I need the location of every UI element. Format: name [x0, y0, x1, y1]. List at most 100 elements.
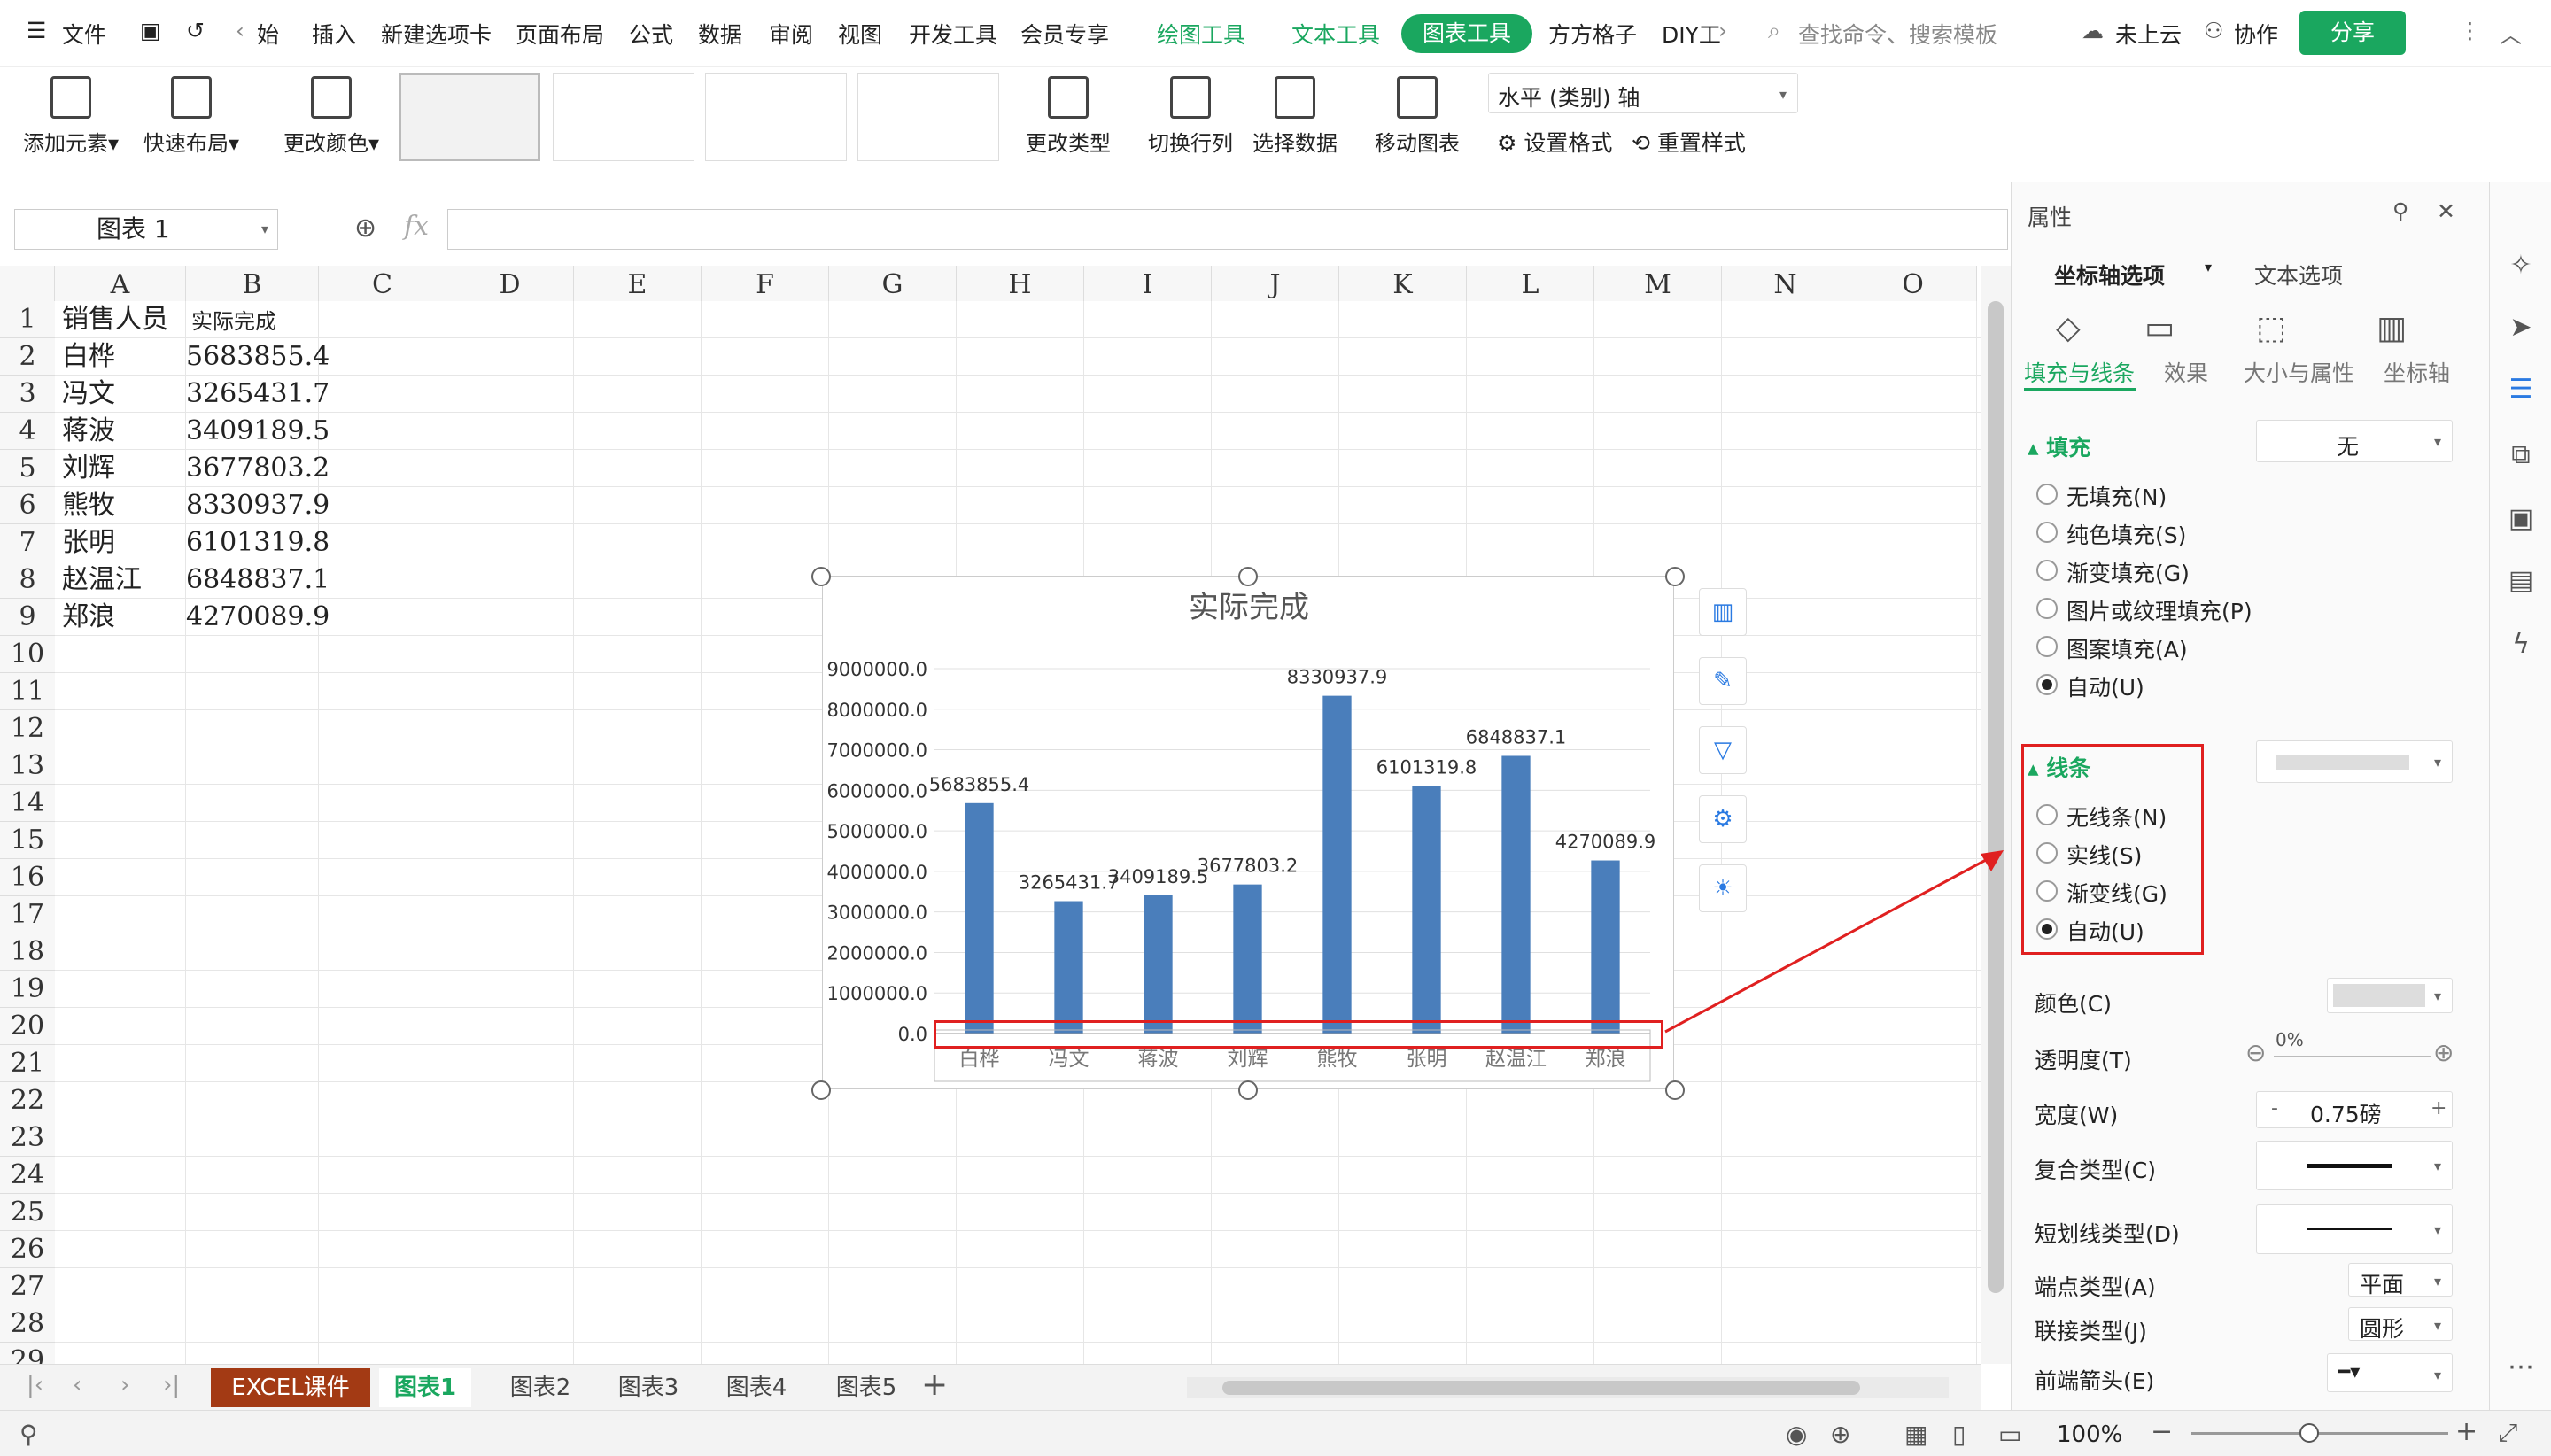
zoom-slider[interactable]	[2191, 1432, 2448, 1435]
change-type-button[interactable]: 更改类型	[1026, 76, 1111, 157]
row-header-24[interactable]: 24	[0, 1157, 55, 1194]
fill-option-label[interactable]: 纯色填充(S)	[2066, 518, 2186, 550]
cell-b6[interactable]: 8330937.9	[186, 487, 330, 524]
width-stepper[interactable]: - 0.75磅 +	[2256, 1091, 2453, 1128]
more-icon[interactable]: ⋮	[2459, 18, 2481, 43]
menu-start[interactable]: 始	[257, 18, 279, 50]
next-sheet-icon[interactable]: ›	[120, 1372, 129, 1398]
axis-select-dropdown[interactable]: 水平 (类别) 轴 ▾	[1488, 73, 1798, 113]
cell-a7[interactable]: 张明	[62, 524, 115, 561]
tab-diy[interactable]: DIY工	[1662, 18, 1721, 50]
cap-dropdown[interactable]: 平面 ▾	[2348, 1263, 2453, 1297]
reset-style-button[interactable]: ⟲ 重置样式	[1632, 126, 1746, 158]
scroll-right-icon[interactable]: ›	[1718, 18, 1727, 43]
page-view-icon[interactable]: ▯	[1952, 1420, 1966, 1449]
menu-insert[interactable]: 插入	[312, 18, 356, 50]
row-header-14[interactable]: 14	[0, 785, 55, 822]
name-box[interactable]: 图表 1 ▾	[14, 209, 278, 250]
zoom-level[interactable]: 100%	[2057, 1421, 2122, 1448]
hscroll-thumb[interactable]	[1222, 1381, 1860, 1395]
size-property-icon[interactable]: ⬚	[2256, 310, 2286, 346]
save-icon[interactable]: ▣	[140, 18, 161, 43]
column-header-l[interactable]: L	[1467, 266, 1594, 301]
row-header-29[interactable]: 29	[0, 1343, 55, 1364]
chart-settings-gear-icon[interactable]: ⚙	[1699, 795, 1747, 843]
switch-rowcol-button[interactable]: 切换行列	[1148, 76, 1233, 157]
add-sheet-icon[interactable]: +	[921, 1367, 948, 1403]
add-element-button[interactable]: 添加元素▾	[23, 76, 119, 157]
column-header-n[interactable]: N	[1722, 266, 1849, 301]
cell-a3[interactable]: 冯文	[62, 376, 115, 413]
cell-b7[interactable]: 6101319.8	[186, 524, 330, 561]
tab-chart-tools[interactable]: 图表工具	[1401, 14, 1532, 53]
column-header-i[interactable]: I	[1084, 266, 1212, 301]
menu-view[interactable]: 视图	[838, 18, 882, 50]
transparency-plus-icon[interactable]: ⊕	[2433, 1038, 2454, 1067]
fill-option-label[interactable]: 无填充(N)	[2066, 480, 2167, 512]
row-header-5[interactable]: 5	[0, 450, 55, 487]
zoom-slider-handle[interactable]	[2299, 1423, 2319, 1443]
subtab-size[interactable]: 大小与属性	[2244, 356, 2354, 388]
row-header-1[interactable]: 1	[0, 301, 55, 338]
column-header-c[interactable]: C	[319, 266, 446, 301]
scrollbar-thumb[interactable]	[1988, 301, 2004, 1293]
fill-option-label[interactable]: 自动(U)	[2066, 670, 2144, 702]
row-header-12[interactable]: 12	[0, 710, 55, 747]
row-header-19[interactable]: 19	[0, 971, 55, 1008]
column-header-f[interactable]: F	[702, 266, 829, 301]
fill-radio-0[interactable]	[2036, 484, 2058, 505]
close-icon[interactable]: ✕	[2437, 198, 2455, 224]
collab-button[interactable]: 协作	[2234, 18, 2278, 50]
undo-icon[interactable]: ↺	[186, 18, 205, 43]
sheet-tab-chart2[interactable]: 图表2	[494, 1368, 586, 1407]
row-header-4[interactable]: 4	[0, 413, 55, 450]
resize-handle-bl[interactable]	[811, 1080, 831, 1100]
axis-icon[interactable]: ▥	[2377, 310, 2407, 346]
row-header-25[interactable]: 25	[0, 1194, 55, 1231]
color-picker[interactable]: ▾	[2327, 978, 2453, 1013]
row-header-27[interactable]: 27	[0, 1268, 55, 1305]
row-header-16[interactable]: 16	[0, 859, 55, 896]
menu-data[interactable]: 数据	[698, 18, 742, 50]
row-header-13[interactable]: 13	[0, 747, 55, 785]
column-header-j[interactable]: J	[1212, 266, 1339, 301]
join-dropdown[interactable]: 圆形 ▾	[2348, 1307, 2453, 1342]
chart-filter-icon[interactable]: ▽	[1699, 726, 1747, 774]
transparency-slider[interactable]	[2274, 1056, 2431, 1057]
menu-dev-tools[interactable]: 开发工具	[909, 18, 997, 50]
cell-b4[interactable]: 3409189.5	[186, 413, 330, 450]
cell-a5[interactable]: 刘辉	[62, 450, 115, 487]
fill-section-header[interactable]: ▴ 填充	[2028, 430, 2090, 462]
break-view-icon[interactable]: ▭	[1998, 1420, 2021, 1449]
tab-text-tools[interactable]: 文本工具	[1291, 18, 1380, 50]
chart-style-1[interactable]	[399, 73, 540, 161]
menu-new-tab[interactable]: 新建选项卡	[381, 18, 492, 50]
backup-icon[interactable]: ⧉	[2504, 439, 2538, 473]
fx-icon[interactable]: fx	[404, 211, 429, 242]
sheet-tab-excel[interactable]: EXCEL课件	[211, 1368, 370, 1407]
resize-handle-br[interactable]	[1665, 1080, 1685, 1100]
menu-icon[interactable]: ☰	[27, 18, 46, 43]
eye-protect-icon[interactable]: ◉	[1786, 1420, 1807, 1449]
zoom-in-icon[interactable]: +	[2455, 1416, 2477, 1447]
column-header-o[interactable]: O	[1849, 266, 1977, 301]
row-header-3[interactable]: 3	[0, 376, 55, 413]
tab-drawing-tools[interactable]: 绘图工具	[1157, 18, 1245, 50]
cell-a2[interactable]: 白桦	[62, 338, 115, 376]
menu-formula[interactable]: 公式	[629, 18, 673, 50]
compound-dropdown[interactable]: ▾	[2256, 1141, 2453, 1190]
column-header-m[interactable]: M	[1594, 266, 1722, 301]
move-chart-button[interactable]: 移动图表	[1375, 76, 1460, 157]
sheet-tab-chart5[interactable]: 图表5	[820, 1368, 912, 1407]
cell-b5[interactable]: 3677803.2	[186, 450, 330, 487]
row-header-8[interactable]: 8	[0, 561, 55, 599]
column-header-k[interactable]: K	[1339, 266, 1467, 301]
layout-icon[interactable]: ⊕	[1830, 1420, 1850, 1449]
select-all-corner[interactable]	[0, 266, 55, 301]
resize-handle-t[interactable]	[1238, 567, 1258, 586]
row-header-10[interactable]: 10	[0, 636, 55, 673]
resize-handle-tl[interactable]	[811, 567, 831, 586]
horizontal-scrollbar[interactable]	[1187, 1377, 1949, 1398]
chart-style-4[interactable]	[857, 73, 999, 161]
cell-a4[interactable]: 蒋波	[62, 413, 115, 450]
